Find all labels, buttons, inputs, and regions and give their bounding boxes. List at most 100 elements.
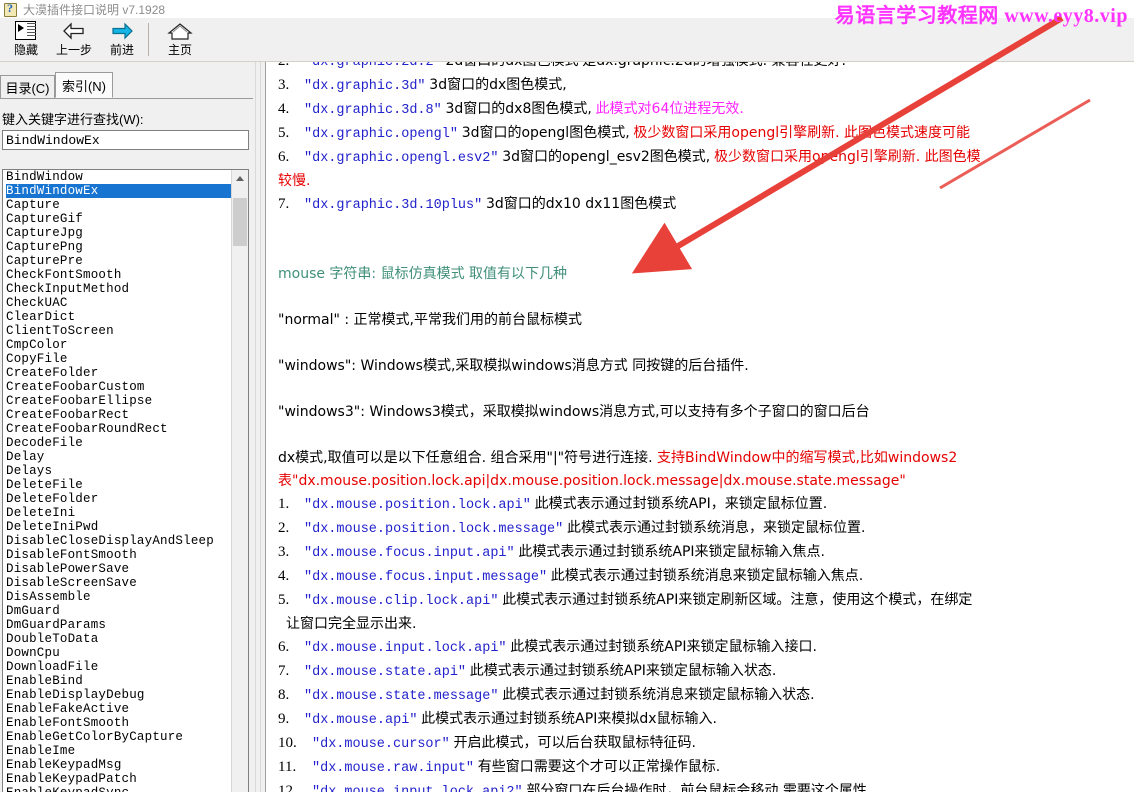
list-item[interactable]: EnableGetColorByCapture	[6, 730, 234, 744]
list-item[interactable]: DisableFontSmooth	[6, 548, 234, 562]
home-button[interactable]: 主页	[156, 19, 204, 60]
list-item[interactable]: DmGuard	[6, 604, 234, 618]
list-item[interactable]: DeleteFile	[6, 478, 234, 492]
list-item[interactable]: CreateFoobarEllipse	[6, 394, 234, 408]
doc-line: 6. "dx.graphic.opengl.esv2" 3d窗口的opengl_e…	[278, 149, 981, 166]
mouse-mode-line: "normal" : 正常模式,平常我们用的前台鼠标模式	[278, 312, 582, 328]
list-item[interactable]: CapturePng	[6, 240, 234, 254]
help-document: 2."dx.graphic.2d.2" 2d窗口的dx图色模式 是dx.grap…	[266, 62, 1134, 792]
list-item[interactable]: EnableKeypadMsg	[6, 758, 234, 772]
doc-line: 2."dx.graphic.2d.2" 2d窗口的dx图色模式 是dx.grap…	[278, 62, 846, 70]
pane-splitter[interactable]	[253, 62, 265, 792]
scroll-up-button[interactable]	[232, 170, 248, 187]
home-button-label: 主页	[167, 43, 192, 57]
list-item[interactable]: CmpColor	[6, 338, 234, 352]
list-item[interactable]: EnableBind	[6, 674, 234, 688]
list-item[interactable]: EnableIme	[6, 744, 234, 758]
back-arrow-icon	[61, 19, 87, 43]
list-item[interactable]: CaptureGif	[6, 212, 234, 226]
list-item[interactable]: DeleteIniPwd	[6, 520, 234, 534]
list-item[interactable]: DownloadFile	[6, 660, 234, 674]
list-item[interactable]: CreateFolder	[6, 366, 234, 380]
list-item[interactable]: EnableFakeActive	[6, 702, 234, 716]
back-button[interactable]: 上一步	[50, 19, 98, 60]
dx-mouse-item: 3. "dx.mouse.focus.input.api" 此模式表示通过封锁系统…	[278, 544, 825, 561]
sidebar: 目录(C) 索引(N) 键入关键字进行查找(W): BindWindowEx B…	[0, 62, 253, 792]
list-item[interactable]: CopyFile	[6, 352, 234, 366]
list-item[interactable]: DeleteIni	[6, 506, 234, 520]
doc-line: 3. "dx.graphic.3d" 3d窗口的dx图色模式,	[278, 77, 567, 94]
list-item[interactable]: CreateFoobarRect	[6, 408, 234, 422]
mouse-mode-line: "windows": Windows模式,采取模拟windows消息方式 同按键…	[278, 358, 749, 374]
dx-mouse-item: 5. "dx.mouse.clip.lock.api" 此模式表示通过封锁系统AP…	[278, 592, 973, 609]
dx-intro-line-2: 表"dx.mouse.position.lock.api|dx.mouse.po…	[278, 473, 906, 489]
search-label: 键入关键字进行查找(W):	[2, 112, 144, 127]
list-item[interactable]: DecodeFile	[6, 436, 234, 450]
forward-button[interactable]: 前进	[98, 19, 146, 60]
list-item[interactable]: DmGuardParams	[6, 618, 234, 632]
list-item[interactable]: DoubleToData	[6, 632, 234, 646]
list-item[interactable]: Delays	[6, 464, 234, 478]
list-item[interactable]: EnableDisplayDebug	[6, 688, 234, 702]
dx-mouse-item: 1. "dx.mouse.position.lock.api" 此模式表示通过封锁…	[278, 496, 828, 513]
home-icon	[167, 19, 193, 43]
dx-mouse-item: 11. "dx.mouse.raw.input" 有些窗口需要这个才可以正常操作鼠…	[278, 759, 721, 776]
index-list[interactable]: BindWindow BindWindowEx Capture CaptureGif C…	[2, 169, 249, 792]
list-item[interactable]: EnableKeypadPatch	[6, 772, 234, 786]
dx-intro-line: dx模式,取值可以是以下任意组合. 组合采用"|"符号进行连接. 支持BindW…	[278, 450, 958, 466]
search-input[interactable]: BindWindowEx	[2, 130, 249, 150]
list-item[interactable]: EnableFontSmooth	[6, 716, 234, 730]
dx-mouse-item: 12."dx.mouse.input.lock.api2" 部分窗口在后台操作时…	[278, 783, 872, 792]
list-item[interactable]: CheckUAC	[6, 296, 234, 310]
list-item[interactable]: CreateFoobarCustom	[6, 380, 234, 394]
list-item[interactable]: CreateFoobarRoundRect	[6, 422, 234, 436]
list-item[interactable]: BindWindow	[6, 170, 234, 184]
index-list-scrollbar[interactable]	[231, 170, 248, 792]
tab-underline	[0, 98, 253, 99]
scrollbar-thumb[interactable]	[233, 198, 247, 246]
dx-mouse-item: 8. "dx.mouse.state.message" 此模式表示通过封锁系统消息…	[278, 687, 815, 704]
list-item[interactable]: DeleteFolder	[6, 492, 234, 506]
list-item[interactable]: DisableScreenSave	[6, 576, 234, 590]
hide-button[interactable]: 隐藏	[2, 19, 50, 60]
list-item[interactable]: BindWindowEx	[6, 184, 234, 198]
window-title: 大漠插件接口说明 v7.1928	[23, 2, 166, 17]
tab-index[interactable]: 索引(N)	[55, 72, 113, 98]
help-viewer-window: ? 大漠插件接口说明 v7.1928 易语言学习教程网 www.eyy8.vip…	[0, 0, 1134, 792]
list-item[interactable]: ClearDict	[6, 310, 234, 324]
watermark-text: 易语言学习教程网 www.eyy8.vip	[834, 5, 1128, 27]
list-item[interactable]: DisableCloseDisplayAndSleep	[6, 534, 234, 548]
forward-arrow-icon	[109, 19, 135, 43]
chevron-up-icon	[236, 176, 244, 181]
list-item[interactable]: EnableKeypadSync	[6, 786, 234, 792]
doc-line: 4. "dx.graphic.3d.8" 3d窗口的dx8图色模式, 此模式对64…	[278, 101, 744, 118]
list-item[interactable]: DownCpu	[6, 646, 234, 660]
list-item[interactable]: ClientToScreen	[6, 324, 234, 338]
back-button-label: 上一步	[55, 43, 92, 57]
mouse-heading: mouse 字符串: 鼠标仿真模式 取值有以下几种	[278, 266, 568, 282]
dx-mouse-item: 7. "dx.mouse.state.api" 此模式表示通过封锁系统API来锁定…	[278, 663, 777, 680]
tab-contents[interactable]: 目录(C)	[0, 75, 55, 98]
dx-mouse-item: 6. "dx.mouse.input.lock.api" 此模式表示通过封锁系统A…	[278, 639, 817, 656]
sidebar-tabs: 目录(C) 索引(N)	[0, 72, 253, 98]
list-item[interactable]: Delay	[6, 450, 234, 464]
content-pane[interactable]: 2."dx.graphic.2d.2" 2d窗口的dx图色模式 是dx.grap…	[265, 62, 1134, 792]
hide-pane-icon	[15, 19, 37, 43]
list-item[interactable]: DisablePowerSave	[6, 562, 234, 576]
list-item[interactable]: Capture	[6, 198, 234, 212]
toolbar-separator	[148, 23, 149, 56]
doc-line: 5. "dx.graphic.opengl" 3d窗口的opengl图色模式, 极…	[278, 125, 971, 142]
list-item[interactable]: CapturePre	[6, 254, 234, 268]
dx-mouse-item: 10. "dx.mouse.cursor" 开启此模式，可以后台获取鼠标特征码.	[278, 735, 696, 752]
dx-mouse-item: 让窗口完全显示出来.	[286, 616, 417, 632]
list-item[interactable]: CheckInputMethod	[6, 282, 234, 296]
index-list-items: BindWindow BindWindowEx Capture CaptureGif C…	[3, 170, 234, 792]
mouse-mode-line: "windows3": Windows3模式，采取模拟windows消息方式,可…	[278, 404, 870, 420]
list-item[interactable]: CheckFontSmooth	[6, 268, 234, 282]
hide-button-label: 隐藏	[13, 43, 38, 57]
list-item[interactable]: DisAssemble	[6, 590, 234, 604]
help-book-icon: ?	[3, 1, 19, 17]
list-item[interactable]: CaptureJpg	[6, 226, 234, 240]
dx-mouse-item: 9. "dx.mouse.api" 此模式表示通过封锁系统API来模拟dx鼠标输入…	[278, 711, 717, 728]
doc-line: 7. "dx.graphic.3d.10plus" 3d窗口的dx10 dx11图…	[278, 196, 677, 213]
